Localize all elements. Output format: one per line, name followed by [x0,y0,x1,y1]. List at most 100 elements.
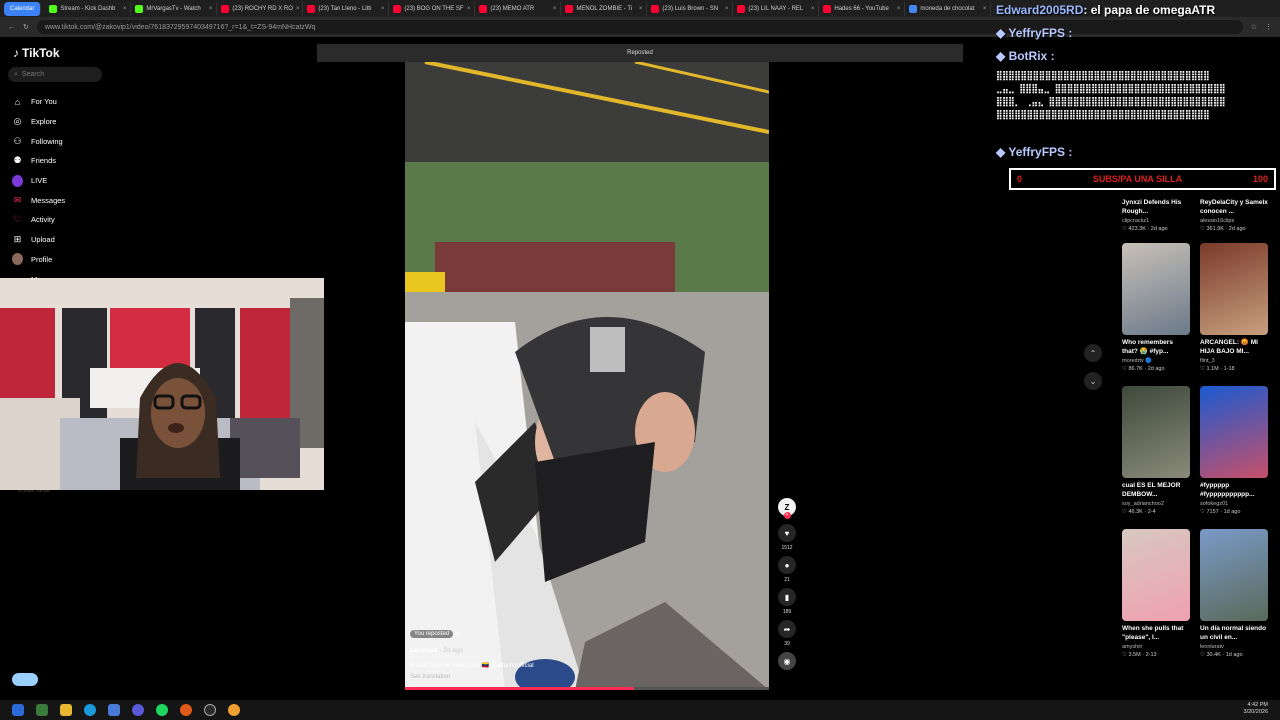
browser-tab[interactable]: (23) Tan Lleno - Litti × [303,1,390,16]
video-thumbnail[interactable] [1122,243,1190,335]
recommended-video-card[interactable]: cual ES EL MEJOR DEMBOW... soy_adrianchoo… [1122,386,1190,515]
upload-icon: ⊞ [13,234,22,245]
spotify-icon[interactable] [156,704,168,716]
tab-favicon-icon [393,4,402,13]
recommended-video-card[interactable]: When she pulls that "please", I... amyshi… [1122,529,1190,658]
video-author-name[interactable]: amyshin [1122,644,1190,650]
sidebar-item-live[interactable]: LIVE [12,171,65,191]
recommended-video-card[interactable]: Un día normal siendo un civil en... leonl… [1200,529,1268,658]
video-thumbnail[interactable] [1200,386,1268,478]
video-frame [405,62,769,690]
next-video-button[interactable]: ⌄ [1084,372,1102,390]
back-icon[interactable]: ← [8,24,15,31]
sidebar-item-friends[interactable]: ⚉ Friends [12,151,65,171]
tab-favicon-icon [737,4,746,13]
close-tab-icon[interactable]: × [983,6,987,12]
video-author-name[interactable]: flint_3 [1200,358,1268,364]
close-tab-icon[interactable]: × [296,6,300,12]
close-tab-icon[interactable]: × [553,6,557,12]
terminal-icon[interactable] [36,704,48,716]
browser-tab[interactable]: (23) ROCHY RD X RO × [217,1,304,16]
app-icon[interactable] [108,704,120,716]
media-icon[interactable] [204,704,216,716]
video-author-name[interactable]: clipcrackz1 [1122,218,1190,224]
chat-message-emotes: ⣿⣿⣿⣿⣿⣿⣿⣿⣿⣿⣿⣿⣿⣿⣿⣿⣿⣿⣿⣿⣿⣿⣿⣿⣿⣿⣿⣿⣿⣿⣿⣿⣿⣿⣿ ⣀⣤⣀ … [996,71,1226,120]
recommended-video-card[interactable]: Who remembers that? 😭 #fyp... moredrtv 🔵 ♡… [1122,243,1190,372]
browser-tab[interactable]: Stream - Kick Dashb × [45,1,132,16]
video-thumbnail[interactable] [1200,243,1268,335]
sidebar-item-messages[interactable]: ✉ Messages [12,190,65,210]
close-tab-icon[interactable]: × [811,6,815,12]
system-clock[interactable]: 4:42 PM 3/20/2026 [1244,702,1268,716]
sidebar-item-for-you[interactable]: ⌂ For You [12,92,65,112]
video-player[interactable] [405,62,769,690]
author-avatar-button[interactable]: Z + [776,498,798,519]
close-tab-icon[interactable]: × [639,6,643,12]
video-author-name[interactable]: soy_adrianchoo2 [1122,501,1190,507]
video-title: Who remembers that? 😭 #fyp... [1122,339,1173,355]
browser-tab[interactable]: Hades 66 - YouTube × [819,1,906,16]
browser-tab[interactable]: MrVargasTv - Watch × [131,1,218,16]
recommended-video-card[interactable]: #fyppppp #fypppppppppp... sofokegz01 ♡ 715… [1200,386,1268,515]
discord-icon[interactable] [132,704,144,716]
sidebar-item-profile[interactable]: Profile [12,250,65,270]
video-caption: El más duro de Venezuela 🇻🇪 @attachooffi… [410,663,534,669]
comment-button[interactable]: ● 21 [776,556,798,583]
browser-tab[interactable]: (23) MEMO ATR × [475,1,562,16]
video-author-name[interactable]: moredrtv 🔵 [1122,358,1190,364]
file-explorer-icon[interactable] [60,704,72,716]
video-thumbnail[interactable] [1122,529,1190,621]
close-tab-icon[interactable]: × [725,6,729,12]
recommended-video-card[interactable]: Jynxzi Defends His Rough... clipcrackz1 ♡ … [1122,195,1190,232]
video-author[interactable]: zakovip1 · 2d ago [410,647,463,654]
browser-tab[interactable]: (23) Luis Brown - SN × [647,1,734,16]
browser-tab[interactable]: moneda de chocolat × [905,1,992,16]
sidebar-nav: ⌂ For You ◎ Explore ⚇ Following ⚉ Friends LIVE ✉ M… [12,92,65,289]
extensions-icon[interactable]: ⋮ [1265,23,1272,31]
share-button[interactable]: ➦ 39 [776,620,798,647]
recommended-video-card[interactable]: ARCANGEL: 😡 MI HIJA BAJO MI... flint_3 ♡ 1… [1200,243,1268,372]
browser-tab[interactable]: MENOL ZOMBIE - Ti × [561,1,648,16]
video-author-name[interactable]: sofokegz01 [1200,501,1268,507]
obs-icon[interactable] [180,704,192,716]
browser-alt-icon[interactable] [228,704,240,716]
save-button[interactable]: ▮ 189 [776,588,798,615]
close-tab-icon[interactable]: × [467,6,471,12]
start-icon[interactable] [12,704,24,716]
sidebar-item-following[interactable]: ⚇ Following [12,131,65,151]
sidebar-item-label: Profile [31,254,53,264]
like-button[interactable]: ♥ 1512 [776,524,798,551]
bookmark-icon: ▮ [778,588,796,606]
close-tab-icon[interactable]: × [209,6,213,12]
close-tab-icon[interactable]: × [381,6,385,12]
video-stats: ♡ 7157 · 1d ago [1200,509,1241,515]
close-tab-icon[interactable]: × [897,6,901,12]
repost-icon[interactable]: ⇄ [455,631,460,637]
toggle-pill[interactable] [12,673,38,686]
see-translation-link[interactable]: See translation [410,674,450,680]
browser-tab[interactable]: (23) LIL NAAY - REL × [733,1,820,16]
video-title: ARCANGEL: 😡 MI HIJA BAJO MI... [1200,339,1258,355]
previous-video-button[interactable]: ⌃ [1084,344,1102,362]
browser-tab[interactable]: (23) BOG ON THE SF × [389,1,476,16]
browser-tab[interactable]: Calendar [4,1,42,16]
sidebar-item-explore[interactable]: ◎ Explore [12,112,65,132]
follow-plus-icon[interactable]: + [783,512,791,519]
sidebar-item-activity[interactable]: ♡ Activity [12,210,65,230]
tiktok-logo[interactable]: ♪ TikTok [13,46,60,60]
sound-disc-button[interactable]: ◉ [776,652,798,670]
video-thumbnail[interactable] [1200,529,1268,621]
video-progress-track[interactable] [405,687,769,690]
video-actions: Z + ♥ 1512 ● 21 ▮ 189 ➦ 39 ◉ [776,498,798,675]
sidebar-item-upload[interactable]: ⊞ Upload [12,230,65,250]
chrome-icon[interactable] [84,704,96,716]
video-thumbnail[interactable] [1122,386,1190,478]
recommended-video-card[interactable]: ReyDelaCity y Samelx conocen ... alessio1… [1200,195,1268,232]
close-tab-icon[interactable]: × [123,6,127,12]
bot-badge-icon: ◆ [996,49,1009,63]
reload-icon[interactable]: ↻ [23,23,29,31]
search-input[interactable]: ⌕ Search [8,67,102,82]
video-author-name[interactable]: alessio16clips [1200,218,1268,224]
video-author-name[interactable]: leonlaratv [1200,644,1268,650]
star-icon[interactable]: ☆ [1251,23,1257,31]
